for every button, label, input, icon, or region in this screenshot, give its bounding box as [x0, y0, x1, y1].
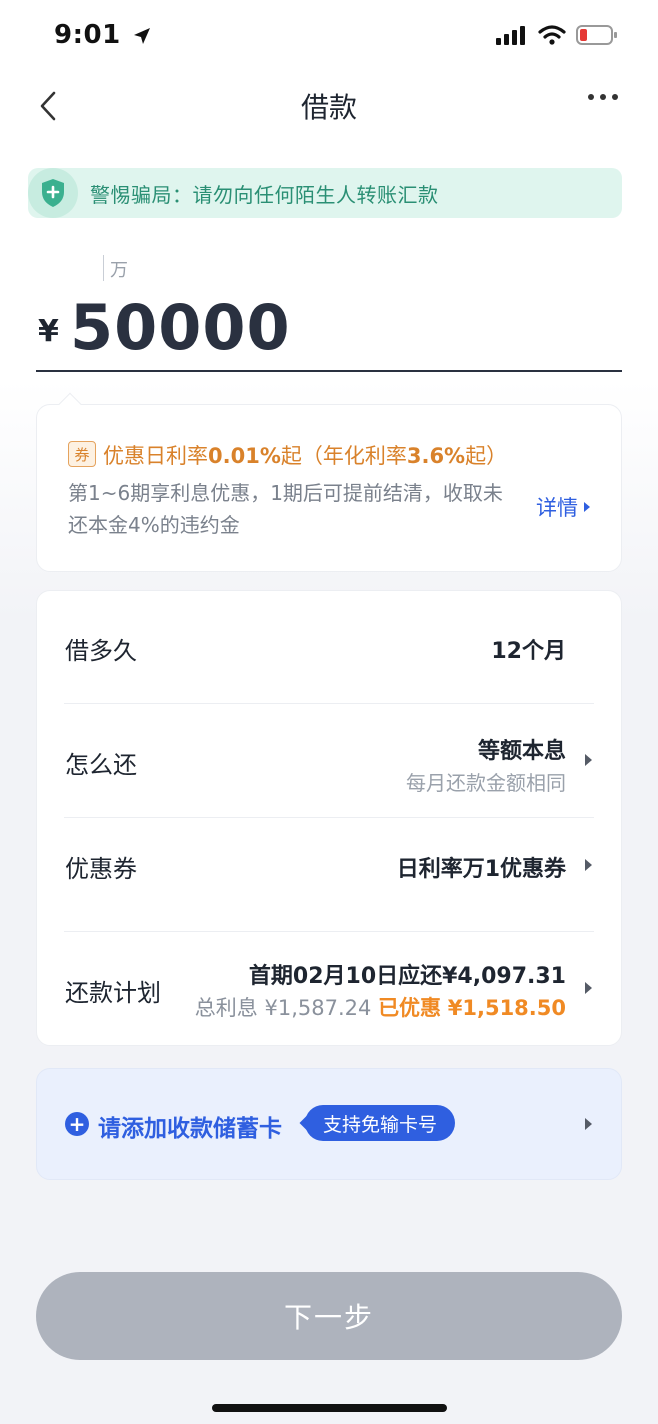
battery-low-icon: [576, 25, 617, 45]
chevron-right-icon[interactable]: [585, 1118, 592, 1130]
shield-icon: [28, 168, 78, 218]
fraud-warning-text: 警惕骗局：请勿向任何陌生人转账汇款: [90, 183, 439, 207]
unit-divider: [103, 255, 104, 281]
repay-plan-first-payment[interactable]: 首期02月10日应还¥4,097.31: [249, 958, 566, 990]
row-divider: [64, 703, 594, 704]
status-time: 9:01: [54, 20, 152, 50]
term-value[interactable]: 12个月: [491, 633, 566, 665]
amount-underline: [36, 370, 622, 372]
repay-plan-interest: 总利息 ¥1,587.24 已优惠 ¥1,518.50: [194, 996, 566, 1020]
coupon-value[interactable]: 日利率万1优惠券: [397, 851, 566, 883]
currency-symbol: ¥: [38, 314, 59, 349]
repay-method-value[interactable]: 等额本息: [478, 733, 566, 765]
chevron-right-icon: [584, 502, 590, 512]
location-arrow-icon: [134, 27, 151, 44]
coupon-tag-icon: 券: [68, 441, 96, 467]
amount-unit-label: 万: [110, 260, 128, 281]
next-step-button[interactable]: 下一步: [36, 1272, 622, 1360]
promo-description: 第1~6期享利息优惠，1期后可提前结清，收取未还本金4%的违约金: [68, 481, 503, 537]
add-bank-card-label: 请添加收款储蓄卡: [98, 1116, 282, 1142]
repay-method-label: 怎么还: [65, 751, 137, 779]
cellular-signal-icon: [496, 26, 525, 45]
amount-input[interactable]: 50000: [70, 291, 291, 364]
no-card-number-badge: 支持免输卡号: [305, 1105, 456, 1141]
repay-plan-label: 还款计划: [65, 979, 161, 1007]
page-title: 借款: [300, 91, 357, 124]
chevron-right-icon[interactable]: [585, 859, 592, 871]
status-icons: [496, 24, 618, 46]
plus-circle-icon: +: [65, 1112, 89, 1136]
promo-rate-text: 优惠日利率0.01%起（年化利率3.6%起）: [103, 444, 508, 468]
coupon-label: 优惠券: [65, 855, 137, 883]
chevron-right-icon[interactable]: [585, 982, 592, 994]
home-indicator: [212, 1404, 447, 1412]
promo-detail-link[interactable]: 详情: [536, 492, 590, 522]
more-dots-icon: [588, 94, 594, 100]
row-divider: [64, 817, 594, 818]
more-options-button[interactable]: [588, 94, 618, 100]
row-divider: [64, 931, 594, 932]
term-label: 借多久: [65, 637, 137, 665]
repay-method-sub: 每月还款金额相同: [406, 771, 566, 795]
chevron-right-icon[interactable]: [585, 754, 592, 766]
wifi-icon: [538, 25, 566, 45]
